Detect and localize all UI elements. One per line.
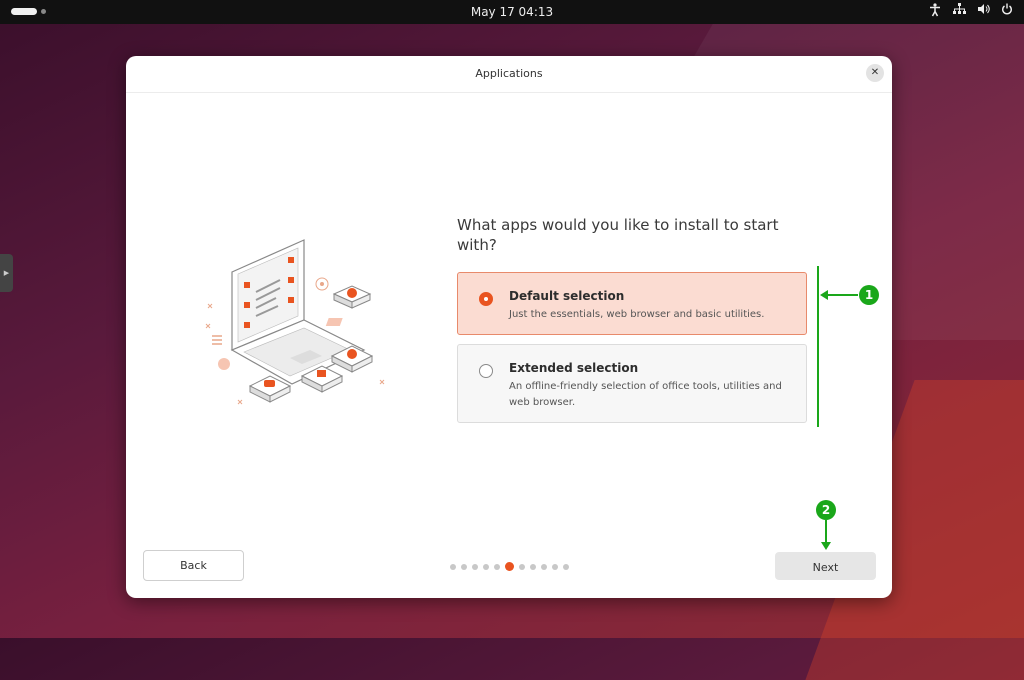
installer-window: Applications ✕ What apps would you like …: [126, 56, 892, 598]
close-button[interactable]: ✕: [866, 64, 884, 82]
option-description: An offline-friendly selection of office …: [509, 381, 782, 408]
option-default-selection[interactable]: Default selection Just the essentials, w…: [457, 272, 807, 335]
annotation-arrow-2-head: [821, 542, 831, 550]
title-bar: Applications ✕: [126, 56, 892, 93]
laptop-apps-illustration: [204, 232, 400, 410]
radio-selected[interactable]: [479, 292, 493, 306]
radio-unselected[interactable]: [479, 364, 493, 378]
progress-dot: [482, 563, 489, 570]
annotation-arrow-1-head: [820, 290, 828, 300]
close-icon: ✕: [870, 67, 880, 78]
annotation-arrow-1-line: [826, 294, 858, 296]
progress-dot: [551, 563, 558, 570]
option-title: Default selection: [509, 289, 625, 303]
system-tray[interactable]: [928, 3, 1014, 19]
progress-dot: [460, 563, 467, 570]
annotation-badge-1: 1: [859, 285, 879, 305]
annotation-arrow-2-line: [825, 520, 827, 542]
next-button[interactable]: Next: [775, 552, 876, 580]
annotation-badge-2: 2: [816, 500, 836, 520]
accessibility-icon[interactable]: [928, 3, 942, 19]
option-title: Extended selection: [509, 361, 639, 375]
window-title: Applications: [475, 67, 543, 80]
annotation-bracket: [817, 266, 819, 427]
clock[interactable]: May 17 04:13: [0, 5, 1024, 19]
dock-handle[interactable]: ▶: [0, 254, 13, 292]
top-bar: May 17 04:13: [0, 0, 1024, 24]
option-description: Just the essentials, web browser and bas…: [509, 309, 765, 320]
progress-dot-current: [504, 562, 514, 571]
progress-dot: [471, 563, 478, 570]
progress-dot: [562, 563, 569, 570]
progress-dot: [493, 563, 500, 570]
progress-dot: [540, 563, 547, 570]
progress-dot: [518, 563, 525, 570]
progress-dot: [449, 563, 456, 570]
question-heading: What apps would you like to install to s…: [457, 216, 779, 254]
power-icon[interactable]: [1000, 3, 1014, 19]
option-extended-selection[interactable]: Extended selection An offline-friendly s…: [457, 344, 807, 423]
network-icon[interactable]: [952, 3, 966, 19]
volume-icon[interactable]: [976, 3, 990, 19]
progress-dot: [529, 563, 536, 570]
